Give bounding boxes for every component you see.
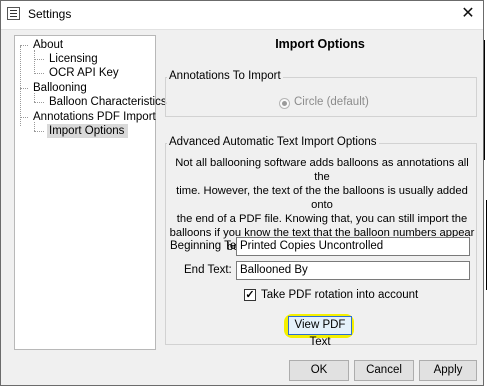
advanced-import-group: Advanced Automatic Text Import Options N… (165, 136, 477, 348)
tree-line (20, 88, 28, 89)
tree-item-licensing[interactable]: Licensing (49, 52, 98, 66)
title-bar: Settings ✕ (1, 1, 483, 30)
tree-item-about[interactable]: About (33, 38, 63, 52)
tree-line (34, 59, 44, 60)
settings-tree: About Licensing OCR API Key Ballooning B… (14, 35, 167, 350)
ok-button[interactable]: OK (289, 360, 349, 381)
page-title: Import Options (275, 37, 365, 51)
background-drawing-line (484, 40, 485, 160)
end-text-label: End Text: (184, 264, 232, 276)
tree-line (34, 131, 44, 132)
tree-item-ocr-api-key[interactable]: OCR API Key (49, 66, 119, 80)
tree-line (20, 46, 21, 126)
circle-radio[interactable] (279, 98, 290, 109)
window-title: Settings (28, 7, 72, 21)
annotations-group-label: Annotations To Import (167, 70, 283, 82)
beginning-text-field[interactable]: Printed Copies Uncontrolled (236, 237, 470, 256)
import-options-panel: Import Options Annotations To Import Cir… (161, 35, 479, 350)
app-icon (7, 7, 20, 20)
tree-line (20, 45, 28, 46)
close-icon[interactable]: ✕ (453, 1, 483, 28)
tree-item-balloon-characteristics[interactable]: Balloon Characteristics (49, 95, 167, 109)
view-pdf-text-button[interactable]: View PDF Text (288, 316, 352, 348)
settings-dialog: Settings ✕ About Licensing OCR API Key B… (0, 0, 484, 386)
tree-line (34, 102, 44, 103)
background-drawing-line (486, 200, 487, 290)
end-text-field[interactable]: Ballooned By (236, 261, 470, 280)
description-line: time. However, the text of the the ballo… (176, 185, 468, 211)
annotations-group: Annotations To Import Circle (default) (165, 70, 477, 117)
tree-item-import-options[interactable]: Import Options (47, 124, 129, 138)
pdf-rotation-checkbox[interactable]: ✓ (244, 289, 256, 301)
tree-item-ballooning[interactable]: Ballooning (33, 81, 87, 95)
pdf-rotation-label: Take PDF rotation into account (261, 289, 419, 301)
tree-line (20, 117, 28, 118)
circle-radio-label: Circle (default) (294, 96, 369, 108)
tree-line (34, 73, 44, 74)
apply-button[interactable]: Apply (419, 360, 477, 381)
description-line: Not all ballooning software adds balloon… (175, 157, 469, 183)
cancel-button[interactable]: Cancel (354, 360, 414, 381)
description-line: the end of a PDF file. Knowing that, you… (176, 213, 468, 225)
advanced-group-label: Advanced Automatic Text Import Options (167, 136, 379, 148)
tree-line (34, 50, 35, 74)
tree-item-annotations-pdf-import[interactable]: Annotations PDF Import (33, 110, 156, 124)
